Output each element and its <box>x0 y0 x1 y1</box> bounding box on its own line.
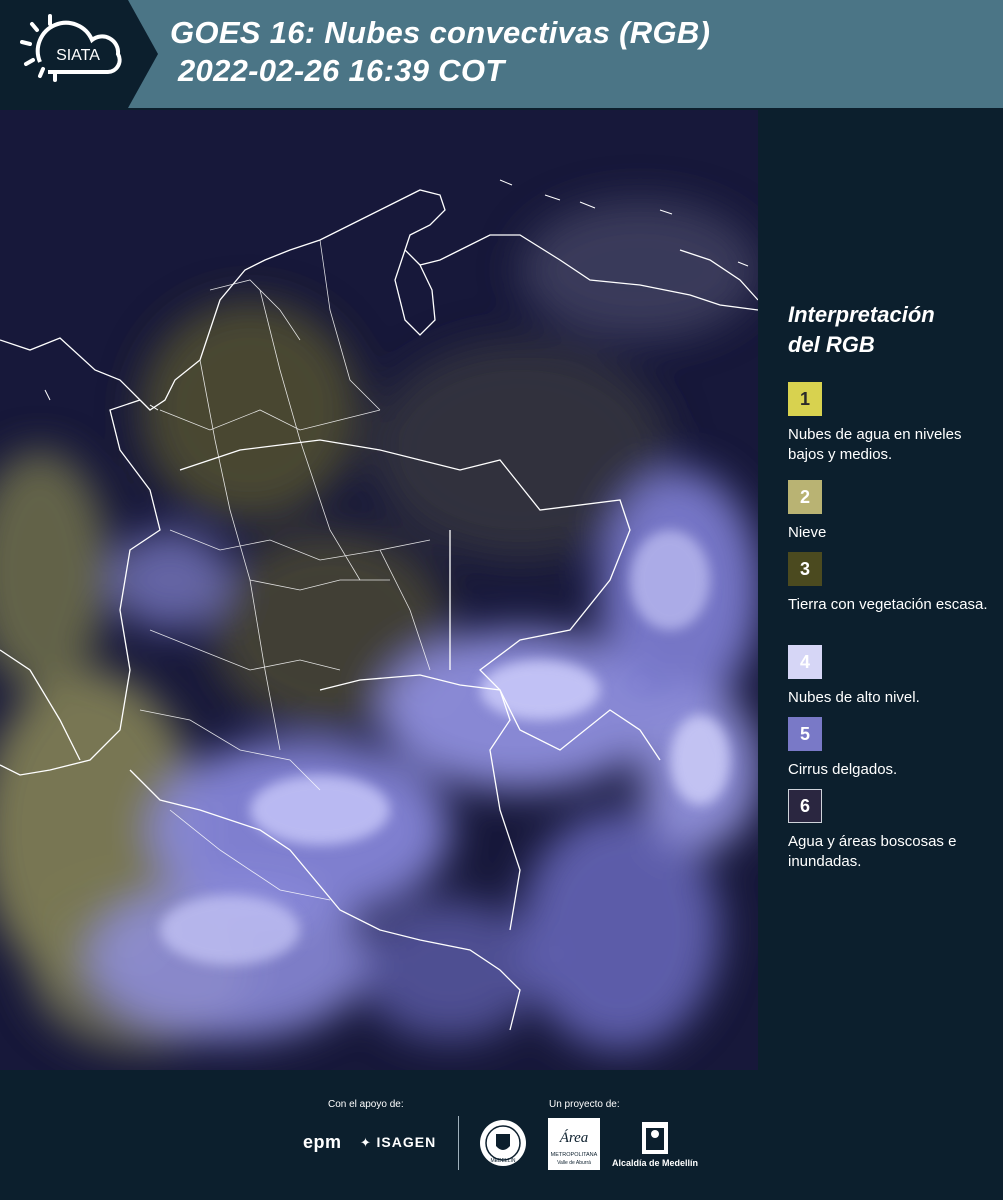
legend-item-3: 3 Tierra con vegetación escasa. <box>788 552 998 615</box>
svg-text:Valle de Aburrá: Valle de Aburrá <box>557 1160 591 1166</box>
footer: Con el apoyo de: Un proyecto de: epm ✦ I… <box>0 1072 1003 1200</box>
svg-text:Área: Área <box>559 1129 589 1146</box>
legend-swatch-3: 3 <box>788 552 822 586</box>
siata-logo: SIATA <box>0 0 158 108</box>
legend-swatch-2: 2 <box>788 480 822 514</box>
legend-swatch-4: 4 <box>788 645 822 679</box>
legend-item-2: 2 Nieve <box>788 480 998 543</box>
page-title: GOES 16: Nubes convectivas (RGB) 2022-02… <box>170 14 710 90</box>
legend-label-2: Nieve <box>788 524 827 541</box>
legend-item-1: 1 Nubes de agua en niveles bajos y medio… <box>788 382 998 465</box>
legend-label-6: Agua y áreas boscosas e inundadas. <box>788 833 957 870</box>
isagen-text: ISAGEN <box>376 1134 437 1150</box>
legend-title-line-1: Interpretación <box>788 302 935 327</box>
project-label: Un proyecto de: <box>549 1099 620 1110</box>
legend-label-4: Nubes de alto nivel. <box>788 689 920 706</box>
legend-swatch-5: 5 <box>788 717 822 751</box>
isagen-logo: ✦ ISAGEN <box>360 1134 436 1151</box>
header: SIATA GOES 16: Nubes convectivas (RGB) 2… <box>0 0 1003 108</box>
isagen-icon: ✦ <box>360 1135 377 1150</box>
alcaldia-label: Alcaldía de Medellín <box>612 1158 699 1168</box>
legend-title-line-2: del RGB <box>788 332 875 357</box>
legend-swatch-1: 1 <box>788 382 822 416</box>
svg-text:METROPOLITANA: METROPOLITANA <box>551 1152 598 1158</box>
legend-panel: Interpretación del RGB 1 Nubes de agua e… <box>760 110 1003 1070</box>
legend-swatch-6: 6 <box>788 789 822 823</box>
title-line-1: GOES 16: Nubes convectivas (RGB) <box>170 15 711 50</box>
support-label: Con el apoyo de: <box>328 1099 404 1110</box>
title-line-2: 2022-02-26 16:39 COT <box>178 53 505 88</box>
legend-item-4: 4 Nubes de alto nivel. <box>788 645 998 708</box>
area-metropolitana-logo: Área METROPOLITANA Valle de Aburrá <box>548 1118 600 1170</box>
legend-title: Interpretación del RGB <box>788 300 935 360</box>
legend-label-3: Tierra con vegetación escasa. <box>788 596 988 613</box>
legend-item-6: 6 Agua y áreas boscosas e inundadas. <box>788 789 998 872</box>
legend-label-1: Nubes de agua en niveles bajos y medios. <box>788 426 962 463</box>
logo-text: SIATA <box>56 47 100 64</box>
legend-label-5: Cirrus delgados. <box>788 761 898 778</box>
medellin-seal-icon: MEDELLÍN <box>480 1120 526 1166</box>
footer-divider <box>458 1116 459 1170</box>
satellite-map[interactable] <box>0 110 758 1070</box>
alcaldia-building-icon <box>642 1122 668 1154</box>
epm-logo: epm <box>303 1132 342 1152</box>
svg-text:MEDELLÍN: MEDELLÍN <box>490 1157 515 1164</box>
legend-item-5: 5 Cirrus delgados. <box>788 717 998 780</box>
